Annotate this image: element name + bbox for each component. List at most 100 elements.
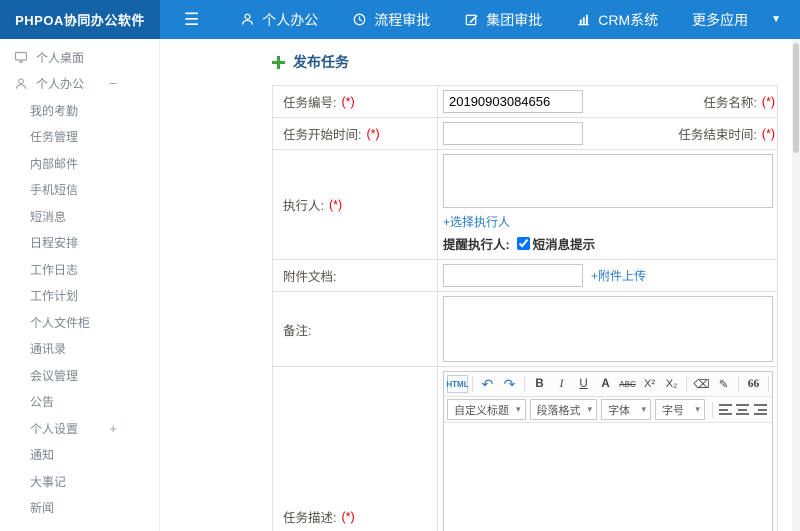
task-number-label: 任务编号: [283, 96, 337, 110]
vertical-scrollbar[interactable] [792, 39, 800, 531]
nav-item-personal-office[interactable]: 个人办公 [223, 0, 335, 39]
sidebar-item-work-plan[interactable]: 工作计划 [0, 283, 159, 310]
description-row: 任务描述: (*) HTML ↶ ↷ B I U A ABC X² X₂ ⌫ ✎… [273, 367, 777, 531]
sidebar-item-mobile-sms[interactable]: 手机短信 [0, 177, 159, 204]
font-family-select[interactable]: 字体 ▾ [601, 399, 651, 420]
remark-label: 备注: [283, 323, 312, 338]
description-label: 任务描述: [283, 511, 337, 525]
topbar: PHPOA协同办公软件 ☰ 个人办公 流程审批 集团审批 CRM系统 更多应用 … [0, 0, 800, 39]
remind-executor-label: 提醒执行人: [443, 238, 510, 252]
blockquote-button[interactable]: 66 [743, 374, 764, 394]
font-button[interactable]: A [595, 374, 616, 394]
toolbar-separator [524, 376, 525, 392]
chevron-down-icon: ▾ [641, 404, 646, 414]
expand-icon[interactable]: + [109, 421, 145, 436]
edit-square-icon [464, 12, 479, 27]
eraser-button[interactable]: ⌫ [691, 374, 712, 394]
paragraph-format-select[interactable]: 段落格式 ▾ [529, 399, 598, 420]
format-brush-button[interactable]: ✎ [713, 374, 734, 394]
toolbar-separator [711, 401, 713, 418]
start-time-label: 任务开始时间: [283, 128, 362, 142]
nav-item-group-approval[interactable]: 集团审批 [447, 0, 559, 39]
align-center-button[interactable] [735, 400, 752, 420]
sidebar-item-announcement[interactable]: 公告 [0, 389, 159, 416]
task-name-label: 任务名称: [703, 96, 757, 110]
executor-label: 执行人: [283, 199, 324, 213]
undo-button[interactable]: ↶ [477, 374, 498, 394]
required-mark: (*) [341, 94, 355, 109]
toolbar-separator [768, 376, 769, 392]
nav-item-crm[interactable]: CRM系统 [559, 0, 675, 39]
required-mark: (*) [328, 197, 343, 212]
executor-textarea[interactable] [443, 154, 773, 208]
start-time-input[interactable] [443, 122, 583, 145]
sidebar-item-contacts[interactable]: 通讯录 [0, 336, 159, 363]
desktop-icon [14, 50, 29, 64]
sms-remind-checkbox[interactable] [516, 237, 530, 250]
rich-text-editor: HTML ↶ ↷ B I U A ABC X² X₂ ⌫ ✎ 66 自定义标题 … [443, 371, 773, 531]
nav-item-more-apps[interactable]: 更多应用 ▼ [675, 0, 798, 39]
chevron-down-icon: ▾ [587, 404, 593, 414]
attachment-input[interactable] [443, 264, 583, 287]
sidebar-item-task-management[interactable]: 任务管理 [0, 124, 159, 151]
sidebar-item-desktop[interactable]: 个人桌面 [0, 44, 159, 71]
sidebar-item-meeting-management[interactable]: 会议管理 [0, 362, 159, 389]
top-nav: 个人办公 流程审批 集团审批 CRM系统 更多应用 ▼ [223, 0, 798, 39]
required-mark: (*) [341, 509, 355, 524]
editor-toolbar-row1: HTML ↶ ↷ B I U A ABC X² X₂ ⌫ ✎ 66 [444, 372, 772, 397]
subscript-button[interactable]: X₂ [661, 374, 682, 394]
superscript-button[interactable]: X² [639, 374, 660, 394]
required-mark: (*) [761, 94, 775, 109]
sidebar-item-news[interactable]: 新闻 [0, 495, 159, 522]
user-icon [240, 12, 255, 27]
sidebar-item-internal-mail[interactable]: 内部邮件 [0, 150, 159, 177]
sidebar-item-milestones[interactable]: 大事记 [0, 468, 159, 495]
sidebar-item-short-message[interactable]: 短消息 [0, 203, 159, 230]
choose-executor-link[interactable]: +选择执行人 [443, 213, 510, 230]
sidebar-item-work-log[interactable]: 工作日志 [0, 256, 159, 283]
page-title: 发布任务 [272, 52, 786, 72]
chevron-down-icon: ▼ [771, 14, 782, 25]
sidebar-item-schedule[interactable]: 日程安排 [0, 230, 159, 257]
bar-chart-icon [576, 12, 591, 27]
required-mark: (*) [761, 126, 775, 141]
hamburger-menu-icon[interactable]: ☰ [160, 0, 223, 39]
italic-button[interactable]: I [551, 374, 572, 394]
main-content: 发布任务 任务编号: (*) 任务名称: (*) [160, 39, 800, 531]
redo-button[interactable]: ↷ [499, 374, 520, 394]
attachment-label: 附件文档: [283, 270, 337, 284]
clock-icon [352, 12, 367, 27]
task-number-input[interactable] [443, 90, 583, 113]
app-logo: PHPOA协同办公软件 [0, 0, 160, 39]
editor-toolbar-row2: 自定义标题 ▾ 段落格式 ▾ 字体 ▾ 字号 ▾ [444, 397, 772, 423]
attachment-row: 附件文档: +附件上传 [273, 260, 777, 292]
sidebar-item-personal-office[interactable]: 个人办公 − [0, 71, 159, 98]
scrollbar-thumb[interactable] [793, 43, 799, 153]
underline-button[interactable]: U [573, 374, 594, 394]
sidebar: 个人桌面 个人办公 − 我的考勤 任务管理 内部邮件 手机短信 短消息 日程安排… [0, 39, 160, 531]
sidebar-item-personal-settings[interactable]: 个人设置 + [0, 415, 159, 442]
publish-task-form: 任务编号: (*) 任务名称: (*) 任务开始时间: (*) [272, 85, 778, 531]
custom-heading-select[interactable]: 自定义标题 ▾ [447, 399, 526, 420]
sidebar-item-file-cabinet[interactable]: 个人文件柜 [0, 309, 159, 336]
align-left-button[interactable] [717, 400, 734, 420]
collapse-icon[interactable]: − [109, 76, 145, 91]
bold-button[interactable]: B [529, 374, 550, 394]
nav-item-workflow-approval[interactable]: 流程审批 [335, 0, 447, 39]
end-time-label: 任务结束时间: [678, 128, 757, 142]
attachment-upload-link[interactable]: +附件上传 [591, 267, 646, 284]
editor-content-area[interactable] [444, 423, 772, 531]
font-size-select[interactable]: 字号 ▾ [655, 399, 705, 420]
sidebar-item-notice[interactable]: 通知 [0, 442, 159, 469]
toolbar-separator [472, 376, 473, 392]
toolbar-separator [686, 376, 687, 392]
align-right-button[interactable] [752, 400, 769, 420]
sidebar-item-attendance[interactable]: 我的考勤 [0, 97, 159, 124]
html-source-button[interactable]: HTML [446, 375, 469, 393]
strikethrough-button[interactable]: ABC [617, 374, 638, 394]
start-time-row: 任务开始时间: (*) 任务结束时间: (*) [273, 118, 777, 150]
task-number-row: 任务编号: (*) 任务名称: (*) [273, 86, 777, 118]
toolbar-separator [738, 376, 739, 392]
chevron-down-icon: ▾ [516, 404, 521, 414]
remark-textarea[interactable] [443, 296, 773, 362]
